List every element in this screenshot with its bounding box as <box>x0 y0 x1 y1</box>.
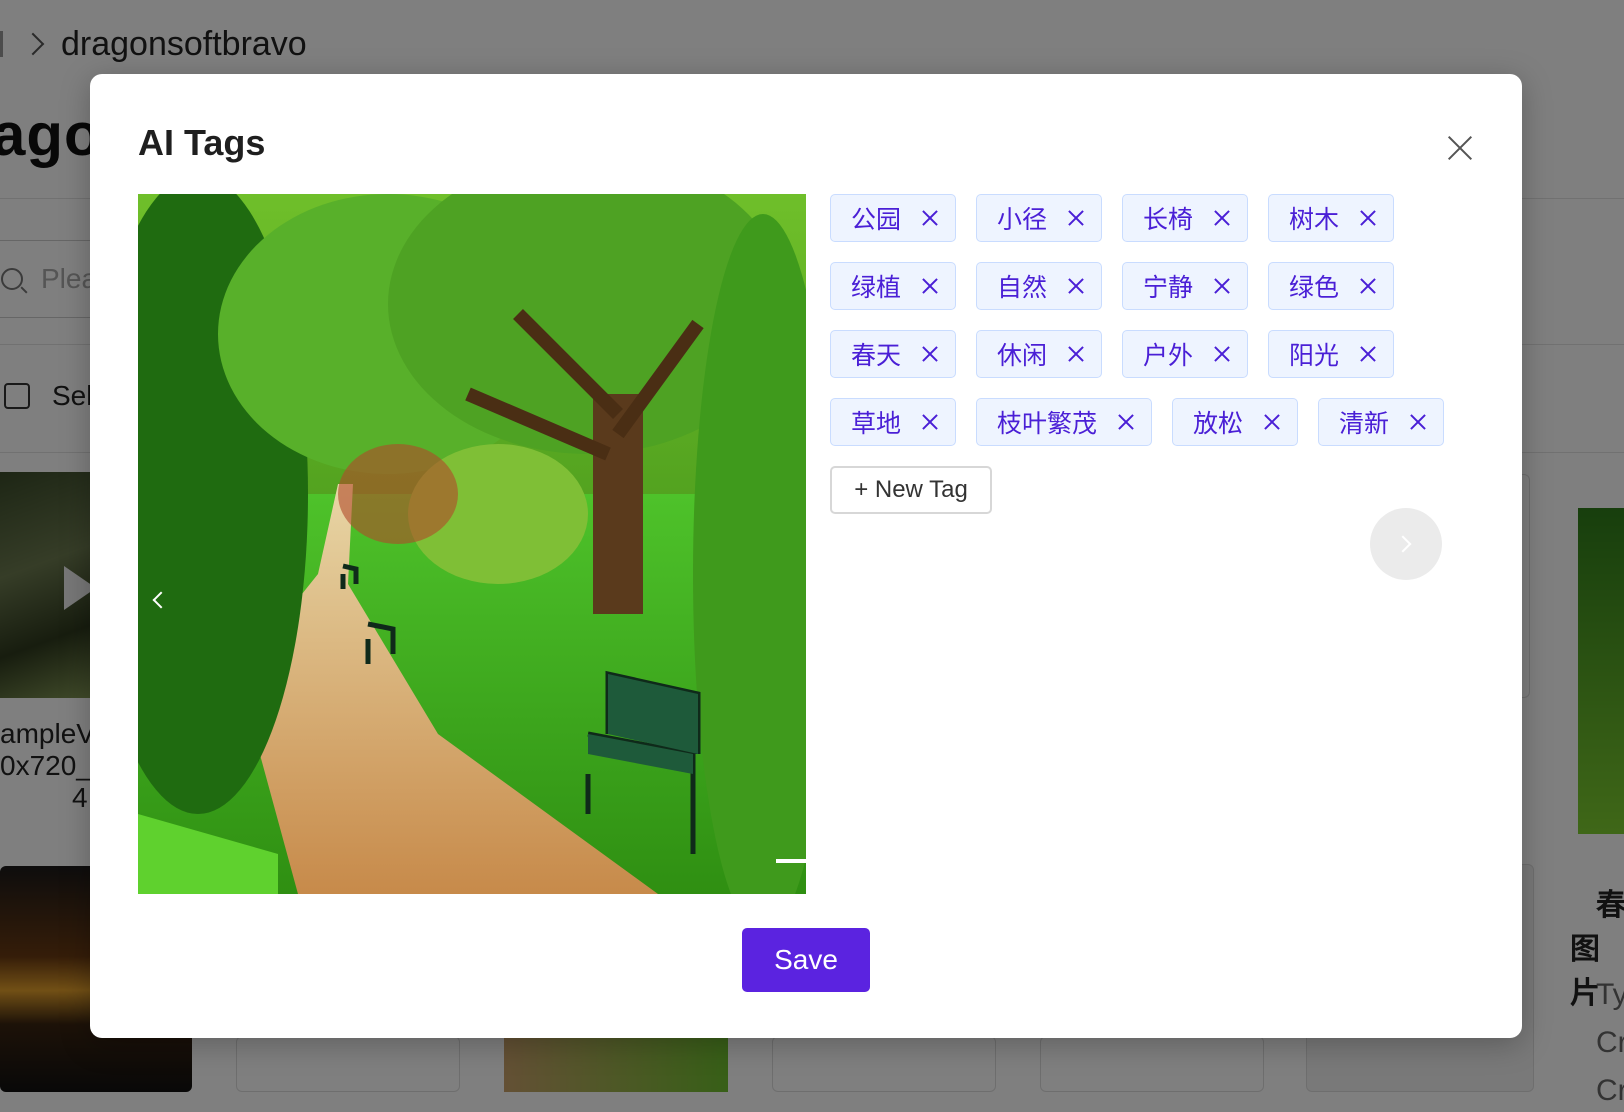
tag[interactable]: 绿色 <box>1268 262 1395 310</box>
tag-list: 公园 小径 长椅 树木 绿植 自然 宁静 绿色 春天 休闲 户外 阳光 草地 枝… <box>830 194 1470 514</box>
tag-row: 绿植 自然 宁静 绿色 <box>830 262 1470 310</box>
dialog-title: AI Tags <box>138 122 266 163</box>
tag[interactable]: 小径 <box>976 194 1103 242</box>
new-tag-button[interactable]: + New Tag <box>830 466 992 514</box>
tag-remove-icon[interactable] <box>1213 345 1231 363</box>
close-icon[interactable] <box>1446 134 1474 162</box>
tag[interactable]: 枝叶繁茂 <box>976 398 1153 446</box>
tag-remove-icon[interactable] <box>1359 277 1377 295</box>
tag-label: 阳光 <box>1289 342 1340 370</box>
tag-row: 公园 小径 长椅 树木 <box>830 194 1470 242</box>
tag-label: 宁静 <box>1143 274 1194 302</box>
tag-remove-icon[interactable] <box>921 209 939 227</box>
tag-remove-icon[interactable] <box>1213 277 1231 295</box>
tag-label: 休闲 <box>997 342 1048 370</box>
tag[interactable]: 草地 <box>830 398 957 446</box>
tag-label: 清新 <box>1339 410 1390 438</box>
tag-label: 枝叶繁茂 <box>997 410 1098 438</box>
tag-remove-icon[interactable] <box>1117 413 1135 431</box>
tag-label: 长椅 <box>1143 206 1194 234</box>
tag[interactable]: 春天 <box>830 330 957 378</box>
park-photo <box>138 194 806 894</box>
tag[interactable]: 公园 <box>830 194 957 242</box>
chevron-right-icon[interactable] <box>1370 508 1442 580</box>
tag-remove-icon[interactable] <box>921 413 939 431</box>
tag[interactable]: 长椅 <box>1122 194 1249 242</box>
ai-tags-dialog: AI Tags 公园 小径 长椅 树木 绿植 自然 宁静 绿色 春天 休闲 户外… <box>90 74 1522 1038</box>
tag-label: 放松 <box>1193 410 1244 438</box>
tag-remove-icon[interactable] <box>1409 413 1427 431</box>
tag-label: 春天 <box>851 342 902 370</box>
tag[interactable]: 户外 <box>1122 330 1249 378</box>
tag-remove-icon[interactable] <box>1067 277 1085 295</box>
tag-label: 小径 <box>997 206 1048 234</box>
tag-remove-icon[interactable] <box>1067 345 1085 363</box>
tag-remove-icon[interactable] <box>1263 413 1281 431</box>
tag-label: 户外 <box>1143 342 1194 370</box>
tag-remove-icon[interactable] <box>1359 345 1377 363</box>
tag-label: 草地 <box>851 410 902 438</box>
tag-remove-icon[interactable] <box>921 277 939 295</box>
tag[interactable]: 绿植 <box>830 262 957 310</box>
tag-label: 自然 <box>997 274 1048 302</box>
tag-remove-icon[interactable] <box>1067 209 1085 227</box>
save-button[interactable]: Save <box>742 928 870 992</box>
tag-label: 公园 <box>851 206 902 234</box>
tag-remove-icon[interactable] <box>921 345 939 363</box>
tag[interactable]: 清新 <box>1318 398 1445 446</box>
tag-label: 树木 <box>1289 206 1340 234</box>
tag[interactable]: 放松 <box>1172 398 1299 446</box>
tag[interactable]: 宁静 <box>1122 262 1249 310</box>
carousel-indicator[interactable] <box>776 859 806 863</box>
tag[interactable]: 休闲 <box>976 330 1103 378</box>
image-preview <box>138 194 806 894</box>
tag-remove-icon[interactable] <box>1213 209 1231 227</box>
tag-remove-icon[interactable] <box>1359 209 1377 227</box>
tag[interactable]: 自然 <box>976 262 1103 310</box>
tag-row: 草地 枝叶繁茂 放松 清新 <box>830 398 1470 446</box>
tag-label: 绿植 <box>851 274 902 302</box>
tag-label: 绿色 <box>1289 274 1340 302</box>
chevron-left-icon[interactable] <box>138 580 178 620</box>
tag[interactable]: 树木 <box>1268 194 1395 242</box>
tag-row: 春天 休闲 户外 阳光 <box>830 330 1470 378</box>
tag[interactable]: 阳光 <box>1268 330 1395 378</box>
